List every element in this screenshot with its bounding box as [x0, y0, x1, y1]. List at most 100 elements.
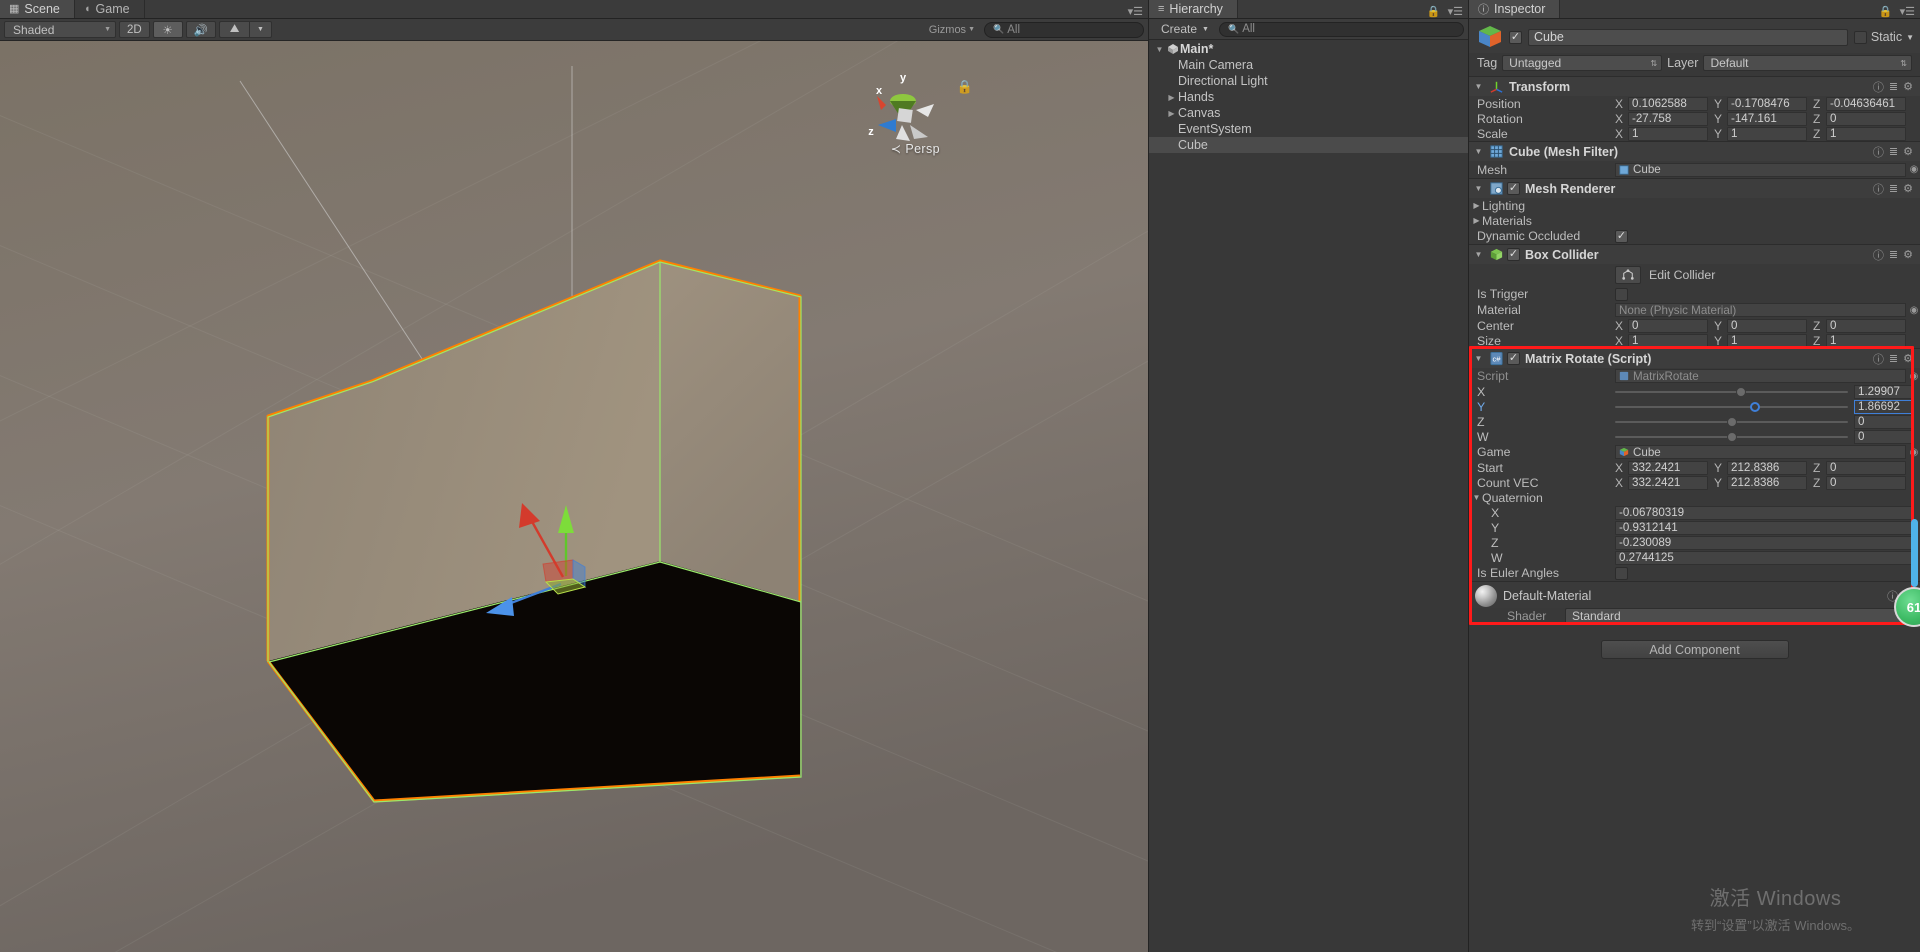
- materials-foldout-row[interactable]: ▶ Materials: [1469, 213, 1920, 228]
- script-object-field[interactable]: MatrixRotate: [1615, 369, 1906, 383]
- foldout-icon[interactable]: ▼: [1473, 250, 1484, 259]
- gameobject-enabled-checkbox[interactable]: ✓: [1509, 30, 1522, 44]
- hierarchy-item-canvas[interactable]: ▶ Canvas: [1149, 105, 1468, 121]
- matrix-start-z-input[interactable]: 0: [1826, 460, 1906, 475]
- slider-knob[interactable]: [1736, 386, 1747, 397]
- material-header[interactable]: Default-Material ⓘ ⚙: [1469, 582, 1920, 608]
- quaternion-y-input[interactable]: -0.9312141: [1615, 520, 1914, 535]
- collider-size-x-input[interactable]: 1: [1628, 333, 1708, 348]
- foldout-icon[interactable]: ▼: [1473, 354, 1484, 363]
- object-picker-icon[interactable]: ◉: [1908, 164, 1920, 175]
- tab-game[interactable]: ◖ Game: [74, 0, 145, 18]
- hierarchy-item-main-camera[interactable]: Main Camera: [1149, 57, 1468, 73]
- matrix-start-y-input[interactable]: 212.8386: [1727, 460, 1807, 475]
- edit-collider-button[interactable]: [1615, 266, 1641, 284]
- game-object-field[interactable]: Cube: [1615, 445, 1906, 459]
- box-collider-enabled-checkbox[interactable]: ✓: [1507, 248, 1520, 261]
- quaternion-foldout-row[interactable]: ▼ Quaternion: [1469, 490, 1920, 505]
- matrix-slider-x-input[interactable]: 1.29907: [1854, 384, 1912, 399]
- gizmos-dropdown[interactable]: Gizmos ▼: [923, 24, 981, 36]
- lock-icon[interactable]: 🔒: [957, 79, 973, 95]
- gear-icon[interactable]: ⚙: [1903, 145, 1913, 158]
- lighting-foldout-row[interactable]: ▶ Lighting: [1469, 198, 1920, 213]
- preset-icon[interactable]: ≣: [1889, 352, 1898, 365]
- mesh-object-field[interactable]: Cube: [1615, 162, 1906, 177]
- transform-rotation-z-input[interactable]: 0: [1826, 111, 1906, 126]
- preset-icon[interactable]: ≣: [1889, 80, 1898, 93]
- matrix-rotate-header[interactable]: ▼ c# ✓ Matrix Rotate (Script) ⓘ ≣ ⚙: [1469, 349, 1920, 368]
- hierarchy-search-input[interactable]: 🔍 All: [1218, 21, 1464, 37]
- toggle-2d-button[interactable]: 2D: [119, 21, 150, 38]
- matrix-slider-w[interactable]: [1615, 431, 1848, 443]
- foldout-icon[interactable]: ▼: [1473, 147, 1484, 156]
- shader-dropdown[interactable]: Standard ▾: [1565, 607, 1912, 624]
- matrix-count-vec-y-input[interactable]: 212.8386: [1727, 475, 1807, 490]
- transform-rotation-x-input[interactable]: -27.758: [1628, 111, 1708, 126]
- is-euler-angles-checkbox[interactable]: ✓: [1615, 566, 1628, 580]
- tab-menu-icon[interactable]: ▾☰: [1900, 5, 1915, 18]
- transform-header[interactable]: ▼ Transform ⓘ ≣ ⚙: [1469, 77, 1920, 96]
- quaternion-w-input[interactable]: 0.2744125: [1615, 550, 1914, 565]
- foldout-icon[interactable]: ▼: [1473, 82, 1484, 91]
- dynamic-occluded-checkbox[interactable]: ✓: [1615, 229, 1628, 243]
- scene-fx-toggle[interactable]: ⛰: [219, 21, 250, 38]
- add-component-button[interactable]: Add Component: [1600, 640, 1789, 659]
- transform-scale-z-input[interactable]: 1: [1826, 126, 1906, 141]
- foldout-icon[interactable]: ▼: [1473, 184, 1484, 193]
- matrix-start-x-input[interactable]: 332.2421: [1628, 460, 1708, 475]
- chevron-down-icon[interactable]: ▼: [1906, 33, 1914, 42]
- help-icon[interactable]: ⓘ: [1873, 79, 1884, 95]
- foldout-icon[interactable]: ▼: [1471, 493, 1482, 502]
- inspector-scrollbar[interactable]: [1911, 519, 1918, 587]
- matrix-count-vec-x-input[interactable]: 332.2421: [1628, 475, 1708, 490]
- hierarchy-item-main[interactable]: ▼ Main*: [1149, 41, 1468, 57]
- tag-dropdown[interactable]: Untagged ⇅: [1502, 55, 1663, 71]
- static-checkbox[interactable]: ✓: [1853, 30, 1867, 44]
- scene-search-input[interactable]: 🔍 All: [984, 21, 1144, 38]
- draw-mode-dropdown[interactable]: Shaded ▼: [4, 21, 116, 38]
- transform-position-z-input[interactable]: -0.04636461: [1826, 96, 1906, 111]
- object-picker-icon[interactable]: ◉: [1908, 371, 1920, 382]
- layer-dropdown[interactable]: Default ⇅: [1703, 55, 1912, 71]
- transform-position-y-input[interactable]: -0.1708476: [1727, 96, 1807, 111]
- scene-audio-toggle[interactable]: 🔊: [185, 21, 217, 38]
- tab-menu-icon[interactable]: ▾☰: [1448, 5, 1463, 18]
- matrix-slider-y-input[interactable]: 1.86692: [1854, 399, 1912, 414]
- static-toggle-group[interactable]: ✓ Static ▼: [1853, 30, 1914, 44]
- transform-rotation-y-input[interactable]: -147.161: [1727, 111, 1807, 126]
- tab-scene[interactable]: ▦ Scene: [0, 0, 75, 18]
- perspective-label[interactable]: ≺ Persp: [891, 141, 940, 156]
- mesh-renderer-header[interactable]: ▼ ✓ Mesh Renderer ⓘ ≣ ⚙: [1469, 179, 1920, 198]
- transform-scale-x-input[interactable]: 1: [1628, 126, 1708, 141]
- matrix-rotate-enabled-checkbox[interactable]: ✓: [1507, 352, 1520, 365]
- help-icon[interactable]: ⓘ: [1873, 144, 1884, 160]
- lock-icon[interactable]: 🔒: [1427, 5, 1441, 18]
- gear-icon[interactable]: ⚙: [1903, 80, 1913, 93]
- transform-position-x-input[interactable]: 0.1062588: [1628, 96, 1708, 111]
- hierarchy-item-eventsystem[interactable]: EventSystem: [1149, 121, 1468, 137]
- help-icon[interactable]: ⓘ: [1873, 247, 1884, 263]
- collider-size-z-input[interactable]: 1: [1826, 333, 1906, 348]
- foldout-icon[interactable]: ▶: [1471, 216, 1482, 225]
- matrix-slider-w-input[interactable]: 0: [1854, 429, 1912, 444]
- collider-size-y-input[interactable]: 1: [1727, 333, 1807, 348]
- matrix-count-vec-z-input[interactable]: 0: [1826, 475, 1906, 490]
- physic-material-object-field[interactable]: None (Physic Material): [1615, 303, 1906, 317]
- foldout-icon[interactable]: ▶: [1471, 201, 1482, 210]
- matrix-slider-z-input[interactable]: 0: [1854, 414, 1912, 429]
- help-icon[interactable]: ⓘ: [1873, 351, 1884, 367]
- collider-center-x-input[interactable]: 0: [1628, 318, 1708, 333]
- hierarchy-item-hands[interactable]: ▶ Hands: [1149, 89, 1468, 105]
- mesh-filter-header[interactable]: ▼ Cube (Mesh Filter) ⓘ ≣ ⚙: [1469, 142, 1920, 161]
- foldout-icon[interactable]: ▶: [1165, 109, 1178, 118]
- scene-viewport[interactable]: y x z 🔒 ≺ Persp: [0, 41, 1148, 952]
- gameobject-name-input[interactable]: Cube: [1528, 28, 1848, 46]
- matrix-slider-z[interactable]: [1615, 416, 1848, 428]
- gear-icon[interactable]: ⚙: [1903, 248, 1913, 261]
- foldout-icon[interactable]: ▼: [1153, 45, 1166, 54]
- transform-scale-y-input[interactable]: 1: [1727, 126, 1807, 141]
- slider-knob[interactable]: [1726, 416, 1737, 427]
- gear-icon[interactable]: ⚙: [1903, 182, 1913, 195]
- collider-center-y-input[interactable]: 0: [1727, 318, 1807, 333]
- gear-icon[interactable]: ⚙: [1903, 352, 1913, 365]
